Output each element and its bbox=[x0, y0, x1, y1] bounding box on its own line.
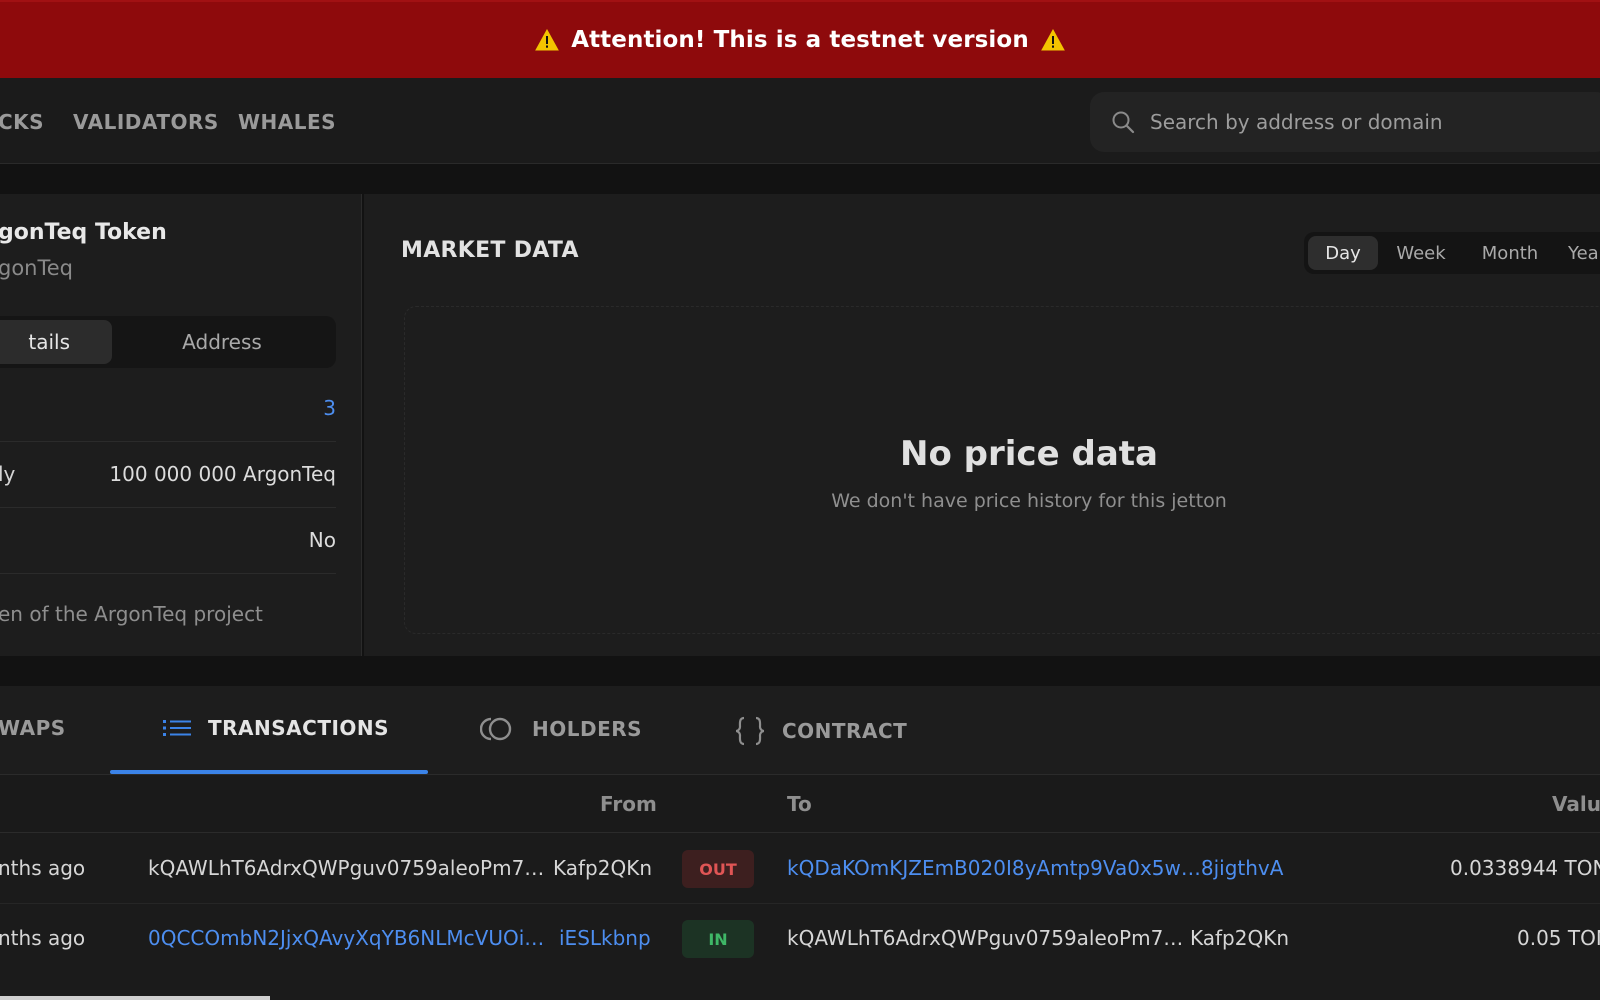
no-price-data-subtitle: We don't have price history for this jet… bbox=[831, 490, 1227, 512]
tab-holders[interactable]: HOLDERS bbox=[480, 716, 642, 742]
scrollbar-thumb[interactable] bbox=[0, 996, 270, 1000]
warning-icon bbox=[535, 29, 560, 51]
period-selector: Day Week Month Yea bbox=[1304, 232, 1600, 274]
details-segmented-control: tails Address bbox=[0, 316, 336, 368]
token-name: gonTeq Token bbox=[0, 220, 167, 245]
token-description: en of the ArgonTeq project bbox=[0, 602, 263, 626]
tx-from-link[interactable]: 0QCCOmbN2JjxQAvyXqYB6NLMcVUOi… bbox=[148, 926, 544, 950]
nav-item-blocks[interactable]: CKS bbox=[0, 110, 44, 134]
search-input[interactable] bbox=[1150, 110, 1590, 134]
column-header-to: To bbox=[787, 792, 812, 816]
tx-value: 0.0338944 TON bbox=[1450, 856, 1600, 880]
table-row[interactable]: nths ago kQAWLhT6AdrxQWPguv0759aleoPm7… … bbox=[0, 834, 1600, 904]
period-month[interactable]: Month bbox=[1464, 232, 1556, 274]
tx-to-tail[interactable]: Kafp2QKn bbox=[1190, 926, 1289, 950]
market-data-panel: MARKET DATA Day Week Month Yea No price … bbox=[364, 194, 1600, 656]
tab-contract[interactable]: CONTRACT bbox=[734, 716, 907, 746]
tab-label: CONTRACT bbox=[782, 719, 908, 743]
tx-time: nths ago bbox=[0, 926, 86, 950]
warning-icon bbox=[1040, 29, 1065, 51]
tx-to[interactable]: kQAWLhT6AdrxQWPguv0759aleoPm7… bbox=[787, 926, 1183, 950]
direction-badge-out: OUT bbox=[682, 850, 754, 888]
top-nav: CKS VALIDATORS WHALES bbox=[0, 78, 1600, 164]
testnet-banner: Attention! This is a testnet version bbox=[0, 0, 1600, 78]
content-tabs: WAPS TRANSACTIONS HOLDERS CONTRACT bbox=[0, 686, 1600, 775]
period-week[interactable]: Week bbox=[1382, 232, 1460, 274]
column-header-from: From bbox=[600, 792, 657, 816]
nav-item-whales[interactable]: WHALES bbox=[238, 110, 336, 134]
token-symbol: gonTeq bbox=[0, 256, 73, 280]
tab-swaps[interactable]: WAPS bbox=[0, 716, 66, 740]
table-row[interactable]: nths ago 0QCCOmbN2JjxQAvyXqYB6NLMcVUOi… … bbox=[0, 904, 1600, 974]
info-label: ly bbox=[0, 462, 16, 486]
holders-icon bbox=[480, 717, 512, 741]
mintable-value: No bbox=[308, 528, 336, 552]
market-data-title: MARKET DATA bbox=[401, 238, 579, 263]
period-year[interactable]: Yea bbox=[1560, 232, 1600, 274]
no-price-data-title: No price data bbox=[900, 434, 1158, 474]
search-icon bbox=[1112, 111, 1135, 134]
column-header-value: Valu bbox=[1552, 792, 1600, 816]
active-tab-indicator bbox=[110, 770, 428, 774]
tab-details[interactable]: tails bbox=[0, 320, 112, 364]
tx-from-tail[interactable]: Kafp2QKn bbox=[553, 856, 652, 880]
list-icon bbox=[163, 720, 191, 736]
tab-label: TRANSACTIONS bbox=[208, 716, 390, 740]
nav-item-validators[interactable]: VALIDATORS bbox=[73, 110, 219, 134]
period-day[interactable]: Day bbox=[1308, 236, 1378, 270]
tab-label: WAPS bbox=[0, 716, 66, 740]
total-supply-value: 100 000 000 ArgonTeq bbox=[109, 462, 336, 486]
tab-transactions[interactable]: TRANSACTIONS bbox=[162, 716, 389, 740]
info-row: No bbox=[0, 508, 336, 574]
token-info-panel: gonTeq Token gonTeq tails Address 3 ly 1… bbox=[0, 194, 362, 656]
transactions-table: From To Valu nths ago kQAWLhT6AdrxQWPguv… bbox=[0, 775, 1600, 1000]
info-row: ly 100 000 000 ArgonTeq bbox=[0, 442, 336, 508]
direction-badge-in: IN bbox=[682, 920, 754, 958]
tab-address[interactable]: Address bbox=[112, 320, 332, 364]
code-braces-icon bbox=[735, 716, 765, 746]
table-header: From To Valu bbox=[0, 775, 1600, 833]
tx-to-link[interactable]: kQDaKOmKJZEmB020I8yAmtp9Va0x5w…8jigthvA bbox=[787, 856, 1283, 880]
tx-from[interactable]: kQAWLhT6AdrxQWPguv0759aleoPm7… bbox=[148, 856, 544, 880]
tab-label: HOLDERS bbox=[532, 717, 643, 741]
tx-value: 0.05 TON bbox=[1517, 926, 1600, 950]
banner-text: Attention! This is a testnet version bbox=[571, 27, 1029, 53]
holders-count-link[interactable]: 3 bbox=[323, 396, 336, 420]
info-row: 3 bbox=[0, 376, 336, 442]
tx-from-tail-link[interactable]: iESLkbnp bbox=[559, 926, 651, 950]
search-bar[interactable] bbox=[1090, 92, 1600, 152]
tx-time: nths ago bbox=[0, 856, 86, 880]
